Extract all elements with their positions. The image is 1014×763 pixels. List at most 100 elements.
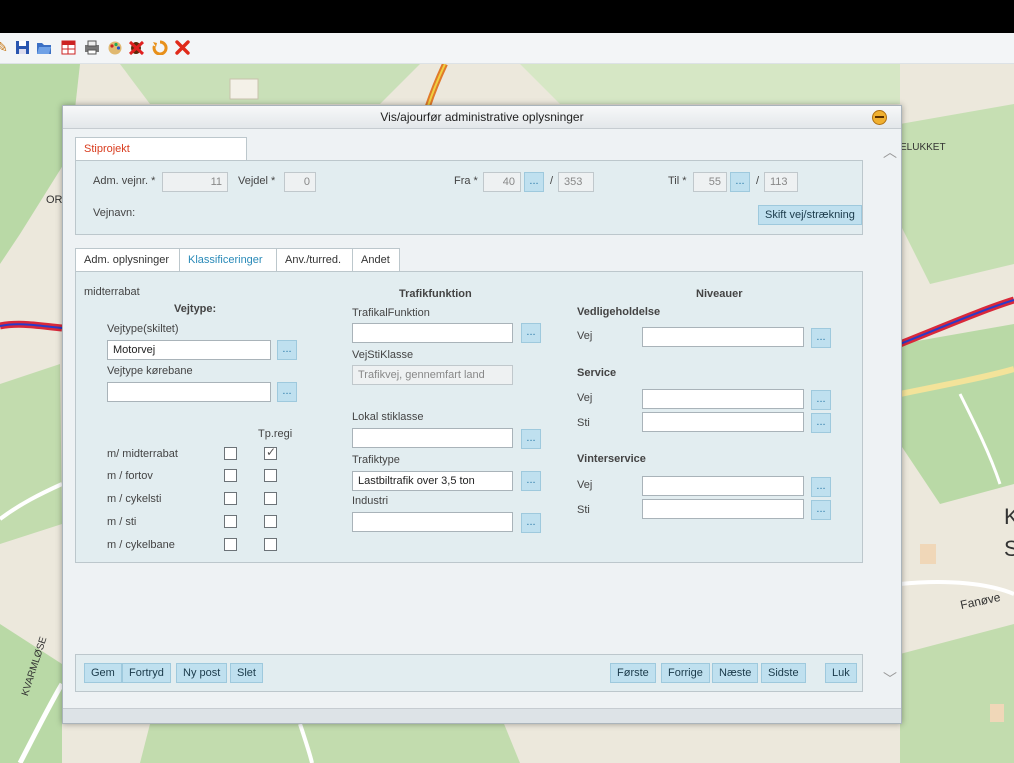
checkbox-cykelbane[interactable] [224, 538, 237, 551]
tab-anv-turred[interactable]: Anv./turred. [276, 248, 353, 271]
vejtype-korebane-label: Vejtype kørebane [107, 365, 193, 377]
trafiktype-field[interactable]: Lastbiltrafik over 3,5 ton [352, 471, 513, 491]
luk-button[interactable]: Luk [825, 663, 857, 683]
service-header: Service [577, 367, 617, 379]
delete-bug-icon[interactable] [128, 39, 144, 55]
tab-adm-oplysninger[interactable]: Adm. oplysninger [75, 248, 180, 271]
vinterservice-sti-field[interactable] [642, 499, 804, 519]
checkbox-sti[interactable] [224, 515, 237, 528]
check-label-sti: m / sti [107, 516, 137, 528]
vinterservice-vej-lookup-button[interactable]: ... [811, 477, 831, 497]
fra-slash: / [550, 175, 554, 187]
vedligeholdelse-vej-label: Vej [577, 330, 593, 342]
vinterservice-vej-label: Vej [577, 479, 593, 491]
vejnavn-label: Vejnavn: [93, 207, 136, 219]
adm-vejnr-field[interactable]: 11 [162, 172, 228, 192]
vejtype-skiltet-field[interactable]: Motorvej [107, 340, 271, 360]
service-vej-label: Vej [577, 392, 593, 404]
trafikalfunktion-label: TrafikalFunktion [352, 307, 430, 319]
vejstiklasse-field[interactable]: Trafikvej, gennemfart land [352, 365, 513, 385]
vejstiklasse-label: VejStiKlasse [352, 349, 414, 361]
map-label-k: K [1004, 504, 1014, 529]
scroll-down-icon[interactable]: ﹀ [883, 669, 897, 689]
checkbox-fortov-tpregi[interactable] [264, 469, 277, 482]
fra-label: Fra * [454, 175, 478, 187]
palette-icon[interactable] [107, 39, 123, 55]
trafikalfunktion-lookup-button[interactable]: ... [521, 323, 541, 343]
checkbox-cykelbane-tpregi[interactable] [264, 538, 277, 551]
vinterservice-sti-lookup-button[interactable]: ... [811, 500, 831, 520]
vinterservice-vej-field[interactable] [642, 476, 804, 496]
service-sti-lookup-button[interactable]: ... [811, 413, 831, 433]
forste-button[interactable]: Første [610, 663, 656, 683]
klassificeringer-panel: midterrabat Vejtype: Vejtype(skiltet) Mo… [75, 271, 863, 563]
niveauer-header: Niveauer [696, 288, 743, 300]
vejtype-header: Vejtype: [174, 303, 217, 315]
til-total-field[interactable]: 113 [764, 172, 798, 192]
map-label-s: S [1004, 536, 1014, 561]
road-header-panel: Adm. vejnr. * 11 Vejdel * 0 Fra * 40 ...… [75, 160, 863, 235]
tab-stiprojekt[interactable]: Stiprojekt [75, 137, 247, 160]
tab-klassificeringer[interactable]: Klassificeringer [179, 248, 277, 271]
vejdel-field[interactable]: 0 [284, 172, 316, 192]
vedligeholdelse-vej-lookup-button[interactable]: ... [811, 328, 831, 348]
naeste-button[interactable]: Næste [712, 663, 759, 683]
service-vej-lookup-button[interactable]: ... [811, 390, 831, 410]
tp-regi-label: Tp.regi [258, 428, 293, 440]
close-x-icon[interactable] [174, 39, 190, 55]
gem-button[interactable]: Gem [84, 663, 122, 683]
slet-button[interactable]: Slet [230, 663, 263, 683]
refresh-icon[interactable] [152, 39, 168, 55]
footer-panel: Gem Fortryd Ny post Slet Første Forrige … [75, 654, 863, 692]
horizontal-scrollbar[interactable] [63, 708, 901, 723]
checkbox-midterrabat-tpregi[interactable] [264, 445, 277, 460]
adm-vejnr-label: Adm. vejnr. * [93, 175, 156, 187]
table-icon[interactable] [60, 39, 76, 55]
trafikalfunktion-field[interactable] [352, 323, 513, 343]
dialog-title-bar[interactable]: Vis/ajourfør administrative oplysninger [63, 106, 901, 129]
dialog-title: Vis/ajourfør administrative oplysninger [380, 110, 584, 124]
open-folder-icon[interactable] [36, 39, 52, 55]
forrige-button[interactable]: Forrige [661, 663, 710, 683]
fortryd-button[interactable]: Fortryd [122, 663, 171, 683]
check-label-cykelbane: m / cykelbane [107, 539, 175, 551]
save-icon[interactable] [14, 39, 30, 55]
skift-vej-button[interactable]: Skift vej/strækning [758, 205, 862, 225]
checkbox-cykelsti[interactable] [224, 492, 237, 505]
map-label-delukket: ELUKKET [900, 142, 946, 153]
trafikfunktion-header: Trafikfunktion [399, 288, 472, 300]
vinterservice-sti-label: Sti [577, 504, 590, 516]
vejtype-korebane-lookup-button[interactable]: ... [277, 382, 297, 402]
industri-lookup-button[interactable]: ... [521, 513, 541, 533]
industri-label: Industri [352, 495, 389, 507]
pencil-icon[interactable]: ✎ [0, 39, 10, 55]
sidste-button[interactable]: Sidste [761, 663, 806, 683]
til-slash: / [756, 175, 760, 187]
lokal-stiklasse-lookup-button[interactable]: ... [521, 429, 541, 449]
checkbox-midterrabat[interactable] [224, 447, 237, 460]
industri-field[interactable] [352, 512, 513, 532]
minimize-icon[interactable] [872, 110, 887, 125]
ny-post-button[interactable]: Ny post [176, 663, 228, 683]
vinterservice-header: Vinterservice [577, 453, 646, 465]
vedligeholdelse-vej-field[interactable] [642, 327, 804, 347]
fra-lookup-button[interactable]: ... [524, 172, 544, 192]
admin-info-dialog: Vis/ajourfør administrative oplysninger … [62, 105, 902, 724]
vejtype-skiltet-lookup-button[interactable]: ... [277, 340, 297, 360]
checkbox-fortov[interactable] [224, 469, 237, 482]
lokal-stiklasse-field[interactable] [352, 428, 513, 448]
service-sti-field[interactable] [642, 412, 804, 432]
scroll-up-icon[interactable]: ︿ [883, 142, 897, 162]
til-field[interactable]: 55 [693, 172, 727, 192]
tab-andet[interactable]: Andet [352, 248, 400, 271]
fra-field[interactable]: 40 [483, 172, 521, 192]
vejtype-korebane-field[interactable] [107, 382, 271, 402]
til-lookup-button[interactable]: ... [730, 172, 750, 192]
print-icon[interactable] [84, 39, 100, 55]
vejtype-skiltet-label: Vejtype(skiltet) [107, 323, 179, 335]
checkbox-sti-tpregi[interactable] [264, 515, 277, 528]
fra-total-field[interactable]: 353 [558, 172, 594, 192]
service-vej-field[interactable] [642, 389, 804, 409]
trafiktype-lookup-button[interactable]: ... [521, 471, 541, 491]
checkbox-cykelsti-tpregi[interactable] [264, 492, 277, 505]
